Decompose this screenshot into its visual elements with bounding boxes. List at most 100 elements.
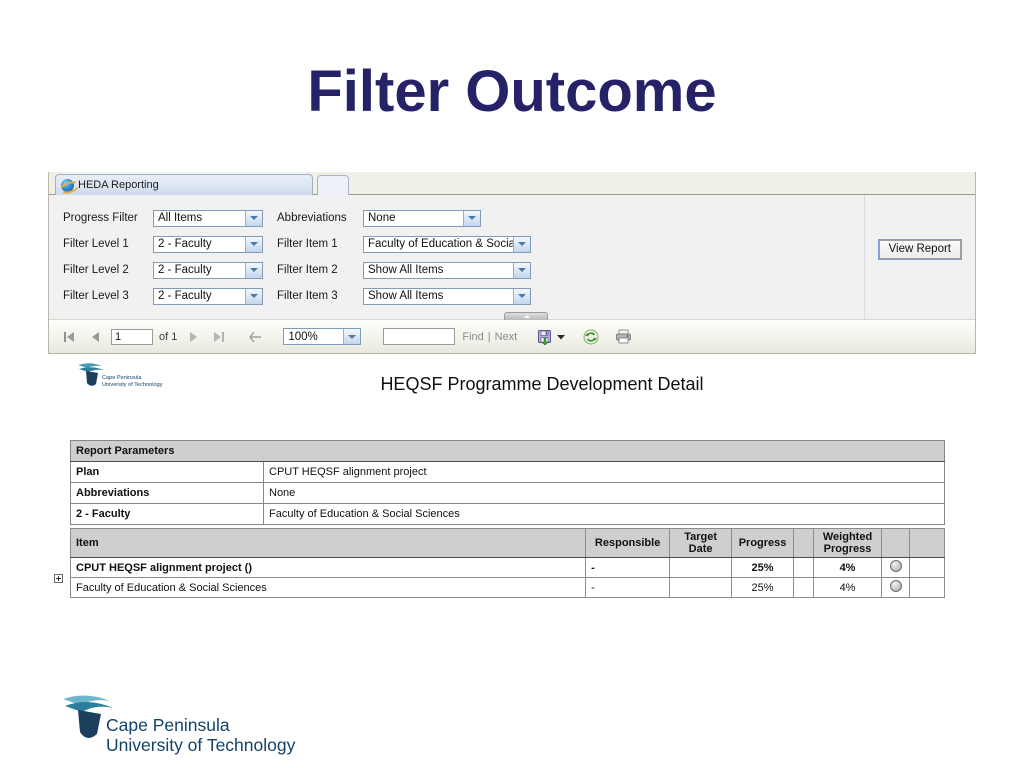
- param-value-plan: CPUT HEQSF alignment project: [263, 461, 945, 483]
- page-count-label: of 1: [159, 330, 178, 343]
- chevron-down-icon[interactable]: [245, 236, 262, 252]
- cell-weighted-progress: 4%: [813, 577, 883, 598]
- dropdown-filter-level-3-value: 2 - Faculty: [158, 290, 212, 302]
- cell-responsible: -: [585, 557, 671, 578]
- column-header-target-date: Target Date: [669, 528, 733, 558]
- find-button[interactable]: Find: [462, 331, 483, 343]
- dropdown-filter-item-1[interactable]: Faculty of Education & Social Sc: [363, 235, 531, 253]
- column-header-weighted-progress: Weighted Progress: [813, 528, 883, 558]
- cell-progress: 25%: [731, 557, 795, 578]
- column-header-status: [881, 528, 910, 558]
- browser-tab-label: HEDA Reporting: [78, 179, 159, 191]
- dropdown-progress-filter-value: All Items: [158, 212, 203, 224]
- filter-row-abbreviations: Abbreviations None: [277, 209, 481, 227]
- report-viewer-toolbar: of 1 100% Find | Next: [49, 320, 975, 353]
- report-filter-panel: Progress Filter All Items Filter Level 1…: [49, 195, 975, 320]
- print-icon[interactable]: [615, 329, 632, 344]
- dropdown-filter-item-3[interactable]: Show All Items: [363, 287, 531, 305]
- dropdown-filter-item-1-value: Faculty of Education & Social Sc: [368, 238, 513, 250]
- column-header-item: Item: [69, 528, 587, 558]
- chevron-down-icon[interactable]: [245, 288, 262, 304]
- column-header-responsible: Responsible: [585, 528, 671, 558]
- new-tab-button[interactable]: [317, 175, 349, 195]
- chevron-down-icon[interactable]: [343, 329, 361, 344]
- label-filter-level-2: Filter Level 2: [63, 264, 129, 276]
- report-content: Cape Peninsula University of Technology …: [48, 356, 976, 616]
- column-header-spacer-2: [909, 528, 945, 558]
- chevron-down-icon[interactable]: [463, 210, 480, 226]
- chevron-down-icon[interactable]: [245, 262, 262, 278]
- internet-explorer-icon: [61, 178, 74, 192]
- chevron-down-icon[interactable]: [513, 236, 530, 252]
- collapse-filter-panel-handle[interactable]: [504, 312, 548, 320]
- view-report-button[interactable]: View Report: [877, 239, 963, 260]
- back-to-parent-report-icon[interactable]: [247, 331, 265, 343]
- dropdown-filter-level-3[interactable]: 2 - Faculty: [153, 287, 263, 305]
- chevron-down-icon[interactable]: [513, 262, 530, 278]
- param-value-faculty: Faculty of Education & Social Sciences: [263, 503, 945, 525]
- cell-item: Faculty of Education & Social Sciences: [69, 577, 587, 598]
- cell-spacer-2: [909, 557, 945, 578]
- filter-row-filter-level-1: Filter Level 1 2 - Faculty: [63, 235, 263, 253]
- dropdown-filter-level-2-value: 2 - Faculty: [158, 264, 212, 276]
- expand-row-toggle[interactable]: [54, 574, 63, 583]
- table-row: Abbreviations None: [70, 482, 945, 504]
- refresh-icon[interactable]: [583, 329, 599, 345]
- panel-divider: [864, 195, 865, 319]
- find-input[interactable]: [383, 328, 456, 345]
- table-row: CPUT HEQSF alignment project () - 25% 4%: [69, 557, 945, 578]
- filter-row-filter-item-1: Filter Item 1 Faculty of Education & Soc…: [277, 235, 531, 253]
- page-number-input[interactable]: [111, 328, 153, 345]
- previous-page-icon[interactable]: [85, 327, 105, 347]
- cell-item: CPUT HEQSF alignment project (): [69, 557, 587, 578]
- first-page-icon[interactable]: [59, 327, 79, 347]
- column-header-spacer-1: [793, 528, 815, 558]
- dropdown-progress-filter[interactable]: All Items: [153, 209, 263, 227]
- cput-logo-footer: Cape Peninsula University of Technology: [60, 693, 295, 759]
- column-header-progress: Progress: [731, 528, 795, 558]
- filter-row-progress-filter: Progress Filter All Items: [63, 209, 263, 227]
- zoom-level-dropdown[interactable]: 100%: [283, 328, 362, 345]
- dropdown-filter-item-2-value: Show All Items: [368, 264, 444, 276]
- find-next-button[interactable]: Next: [495, 331, 518, 343]
- footer-logo-line-1: Cape Peninsula: [106, 715, 230, 735]
- label-abbreviations: Abbreviations: [277, 212, 347, 224]
- param-key-abbreviations: Abbreviations: [70, 482, 264, 504]
- report-title: HEQSF Programme Development Detail: [380, 374, 704, 394]
- filter-row-filter-level-3: Filter Level 3 2 - Faculty: [63, 287, 263, 305]
- report-header: Cape Peninsula University of Technology …: [48, 356, 976, 402]
- footer-logo-line-2: University of Technology: [106, 735, 296, 755]
- report-data-table: Item Responsible Target Date Progress We…: [69, 528, 945, 598]
- chevron-down-icon[interactable]: [513, 288, 530, 304]
- status-dot-gray-icon: [889, 560, 902, 572]
- label-filter-level-3: Filter Level 3: [63, 290, 129, 302]
- dropdown-filter-level-1[interactable]: 2 - Faculty: [153, 235, 263, 253]
- table-row: Faculty of Education & Social Sciences -…: [69, 577, 945, 598]
- cell-spacer-1: [793, 577, 815, 598]
- label-filter-item-3: Filter Item 3: [277, 290, 338, 302]
- filter-row-filter-item-3: Filter Item 3 Show All Items: [277, 287, 531, 305]
- browser-tab-heda-reporting[interactable]: HEDA Reporting: [55, 174, 313, 195]
- cell-status: [881, 557, 910, 578]
- table-row: Report Parameters: [70, 440, 945, 462]
- dropdown-filter-item-3-value: Show All Items: [368, 290, 444, 302]
- cell-spacer-1: [793, 557, 815, 578]
- next-page-icon[interactable]: [183, 327, 203, 347]
- label-progress-filter: Progress Filter: [63, 212, 138, 224]
- report-parameters-header: Report Parameters: [70, 440, 945, 462]
- last-page-icon[interactable]: [209, 327, 229, 347]
- dropdown-abbreviations[interactable]: None: [363, 209, 481, 227]
- chevron-down-icon[interactable]: [245, 210, 262, 226]
- dropdown-filter-item-2[interactable]: Show All Items: [363, 261, 531, 279]
- page-title: Filter Outcome: [307, 59, 717, 124]
- browser-tab-strip: HEDA Reporting: [49, 172, 975, 195]
- dropdown-filter-level-2[interactable]: 2 - Faculty: [153, 261, 263, 279]
- label-filter-item-2: Filter Item 2: [277, 264, 338, 276]
- status-dot-gray-icon: [889, 580, 902, 592]
- chevron-down-icon[interactable]: [557, 334, 566, 340]
- dropdown-abbreviations-value: None: [368, 212, 396, 224]
- cell-spacer-2: [909, 577, 945, 598]
- cell-progress: 25%: [731, 577, 795, 598]
- param-key-faculty: 2 - Faculty: [70, 503, 264, 525]
- export-save-icon[interactable]: [537, 329, 553, 345]
